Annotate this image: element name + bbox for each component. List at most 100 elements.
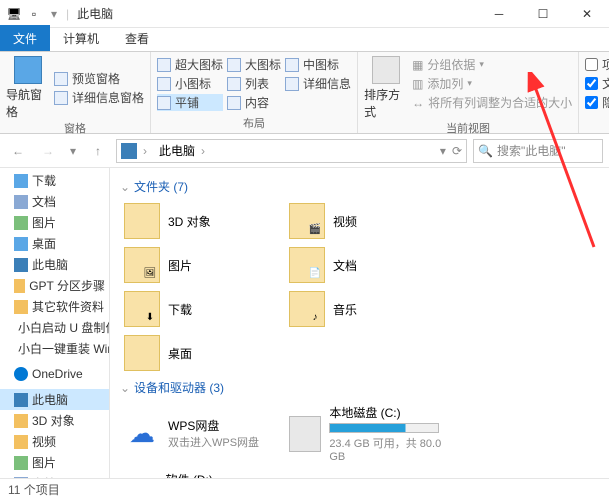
item-label: 本地磁盘 (C:) [329,404,446,421]
layout-small[interactable]: 小图标 [157,75,223,92]
ribbon: 导航窗格 预览窗格 详细信息窗格 窗格 超大图标 小图标 平铺 大图标 列表 内… [0,52,609,134]
item-label: 软件 (D:) [165,471,281,478]
search-box[interactable]: 🔍 搜索"此电脑" [473,139,603,163]
tree-item[interactable]: 此电脑 [0,389,109,410]
drive-usage-bar [329,423,439,433]
tree-item[interactable]: 此电脑 [0,254,109,275]
folder-item[interactable]: 桌面 [120,331,285,375]
forward-button[interactable]: → [36,139,60,163]
layout-details[interactable]: 详细信息 [285,75,351,92]
tree-item-label: 桌面 [32,235,56,252]
item-label: 视频 [333,213,357,230]
status-text: 11 个项目 [8,481,60,498]
tree-item[interactable]: OneDrive [0,365,109,383]
recent-button[interactable]: ▾ [66,139,80,163]
layout-large[interactable]: 大图标 [227,56,281,73]
drive-item[interactable]: ☁WPS网盘双击进入WPS网盘 [120,400,285,467]
folder-item[interactable]: 🖼 图片 [120,243,285,287]
folder-item[interactable]: ♪音乐 [285,287,450,331]
tree-item-label: 小白一键重装 Win10 [18,340,110,357]
folder-icon: 🎬 [289,203,325,239]
tree-item-label: GPT 分区步骤 [29,277,105,294]
preview-pane-icon [54,72,68,86]
tree-item-label: 下载 [32,172,56,189]
tree-item-icon [14,216,28,230]
layout-tiles[interactable]: 平铺 [157,94,223,111]
tree-item[interactable]: 桌面 [0,233,109,254]
sort-icon [372,56,400,84]
layout-list[interactable]: 列表 [227,75,281,92]
tree-item[interactable]: 文档 [0,473,109,478]
tab-computer[interactable]: 计算机 [50,25,112,51]
tab-file[interactable]: 文件 [0,25,50,51]
tree-item[interactable]: GPT 分区步骤 [0,275,109,296]
sort-button[interactable]: 排序方式 [364,56,408,120]
file-ext-toggle[interactable]: 文件扩展名 [585,75,609,92]
item-checkbox-toggle[interactable]: 项目复选框 [585,56,609,73]
tree-item[interactable]: 下载 [0,170,109,191]
address-bar: ← → ▾ ↑ › 此电脑 › ▾ ⟳ 🔍 搜索"此电脑" [0,134,609,168]
tree-item[interactable]: 视频 [0,431,109,452]
details-pane-icon [54,91,68,105]
back-button[interactable]: ← [6,139,30,163]
address-location[interactable]: 此电脑 [159,142,195,159]
folder-icon: 🖼 [124,247,160,283]
tree-item[interactable]: 图片 [0,452,109,473]
tree-item-icon [14,195,28,209]
maximize-button[interactable]: ☐ [521,0,565,28]
app-icon: 🖥 [6,6,22,22]
item-label: 图片 [168,257,192,274]
qat-dropdown-icon[interactable]: ▾ [46,6,62,22]
drive-item[interactable]: 本地磁盘 (C:) 23.4 GB 可用，共 80.0 GB [285,400,450,467]
tree-item-icon [14,174,28,188]
section-folders[interactable]: ⌄文件夹 (7) [120,174,599,199]
item-label: 文档 [333,257,357,274]
main-panel: ⌄文件夹 (7) 3D 对象🎬 视频 🖼 图片 📄 文档 ⬇下载♪音乐桌面 ⌄设备和驱动器 … [110,168,609,478]
address-dropdown-icon[interactable]: ▾ [440,144,446,158]
layout-xlarge[interactable]: 超大图标 [157,56,223,73]
refresh-button[interactable]: ⟳ [452,144,462,158]
cloud-drive-icon: ☁ [124,416,160,452]
qat-folder-icon[interactable]: ▫ [26,6,42,22]
folder-item[interactable]: 📄 文档 [285,243,450,287]
tree-item[interactable]: 小白一键重装 Win10 [0,338,109,359]
tree-item-label: 小白启动 U 盘制作步 [18,319,110,336]
tree-item-label: 此电脑 [32,256,68,273]
tree-item[interactable]: 文档 [0,191,109,212]
chevron-right-icon[interactable]: › [201,144,211,158]
folder-item[interactable]: ⬇下载 [120,287,285,331]
folder-item[interactable]: 🎬 视频 [285,199,450,243]
folder-icon [124,335,160,371]
tab-view[interactable]: 查看 [112,25,162,51]
close-button[interactable]: ✕ [565,0,609,28]
preview-pane-button[interactable]: 预览窗格 [54,70,144,87]
drive-item[interactable]: 软件 (D:)154 GB 可用，共 158 GB [120,467,285,478]
nav-tree[interactable]: 下载文档图片桌面此电脑GPT 分区步骤其它软件资料小白启动 U 盘制作步小白一键… [0,168,110,478]
status-bar: 11 个项目 [0,478,609,500]
hidden-items-toggle[interactable]: 隐藏的项目 [585,94,609,111]
tree-item[interactable]: 3D 对象 [0,410,109,431]
layout-medium[interactable]: 中图标 [285,56,351,73]
address-input[interactable]: › 此电脑 › ▾ ⟳ [116,139,467,163]
layout-content[interactable]: 内容 [227,94,281,111]
item-sub: 23.4 GB 可用，共 80.0 GB [329,435,446,463]
section-drives[interactable]: ⌄设备和驱动器 (3) [120,375,599,400]
tree-item[interactable]: 图片 [0,212,109,233]
tree-item[interactable]: 其它软件资料 [0,296,109,317]
chevron-right-icon[interactable]: › [143,144,153,158]
item-label: 桌面 [168,345,192,362]
item-label: WPS网盘 [168,417,259,434]
tree-item[interactable]: 小白启动 U 盘制作步 [0,317,109,338]
tree-item-label: 其它软件资料 [32,298,104,315]
groupby-button[interactable]: ▦分组依据▾ [412,56,572,73]
fitcol-button: ↔将所有列调整为合适的大小 [412,94,572,111]
up-button[interactable]: ↑ [86,139,110,163]
ribbon-group-currentview: 排序方式 ▦分组依据▾ ▥添加列▾ ↔将所有列调整为合适的大小 当前视图 [358,52,579,133]
folder-item[interactable]: 3D 对象 [120,199,285,243]
nav-pane-button[interactable]: 导航窗格 [6,56,50,120]
tree-item-label: 此电脑 [32,391,68,408]
minimize-button[interactable]: ─ [477,0,521,28]
folder-icon [124,203,160,239]
details-pane-button[interactable]: 详细信息窗格 [54,89,144,106]
folder-icon: 📄 [289,247,325,283]
